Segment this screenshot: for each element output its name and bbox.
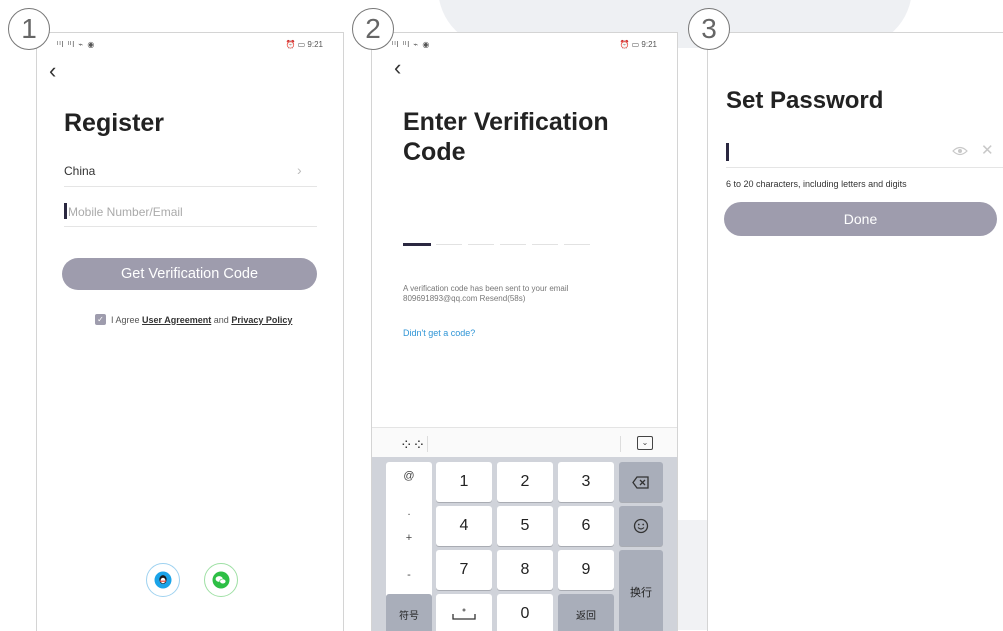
sent-line: 809691893@qq.com Resend(58s) xyxy=(403,294,526,303)
password-input[interactable] xyxy=(726,143,729,161)
user-agreement-link[interactable]: User Agreement xyxy=(142,315,211,325)
wechat-login-button[interactable] xyxy=(204,563,238,597)
backspace-key[interactable] xyxy=(619,462,663,502)
didnt-get-code-link[interactable]: Didn't get a code? xyxy=(403,328,475,338)
code-slot[interactable] xyxy=(468,244,494,245)
enter-key[interactable]: 换行 xyxy=(619,550,663,631)
sent-line: A verification code has been sent to you… xyxy=(403,284,569,293)
backspace-icon xyxy=(632,475,649,489)
return-key[interactable]: 返回 xyxy=(558,594,614,631)
text-cursor xyxy=(64,203,67,219)
page-title: Enter Verification Code xyxy=(403,107,609,167)
divider xyxy=(726,167,1003,168)
emoji-key[interactable] xyxy=(619,506,663,546)
agreement-row: ✓ I Agree User Agreement and Privacy Pol… xyxy=(95,314,292,325)
code-slot[interactable] xyxy=(436,244,462,245)
key-9[interactable]: 9 xyxy=(558,550,614,590)
back-icon[interactable]: ‹ xyxy=(49,60,56,82)
divider xyxy=(427,436,428,452)
space-icon xyxy=(452,608,476,620)
divider xyxy=(620,436,621,452)
key-0[interactable]: 0 xyxy=(497,594,553,631)
key-7[interactable]: 7 xyxy=(436,550,492,590)
code-slot-active[interactable] xyxy=(403,243,431,246)
hide-keyboard-icon[interactable]: ⌄ xyxy=(637,436,653,450)
register-screen: ᴵᴵl ᴵᴵl ⌁ ◉ ⏰ ▭ 9:21 ‹ Register China › … xyxy=(36,32,344,631)
signal-icon: ᴵᴵl ᴵᴵl ⌁ ◉ xyxy=(392,40,431,49)
checkbox[interactable]: ✓ xyxy=(95,314,106,325)
page-title: Set Password xyxy=(726,87,884,114)
key-at[interactable]: @ xyxy=(386,470,432,482)
country-select[interactable]: China xyxy=(64,164,95,178)
get-verification-code-button[interactable]: Get Verification Code xyxy=(62,258,317,290)
set-password-screen: ‹ Set Password ✕ 6 to 20 characters, inc… xyxy=(707,32,1003,631)
eye-icon[interactable] xyxy=(952,144,968,158)
key-8[interactable]: 8 xyxy=(497,550,553,590)
key-minus[interactable]: - xyxy=(386,569,432,581)
signal-icon: ᴵᴵl ᴵᴵl ⌁ ◉ xyxy=(57,40,96,49)
back-icon[interactable]: ‹ xyxy=(394,57,401,79)
title-line: Code xyxy=(403,138,466,166)
key-3[interactable]: 3 xyxy=(558,462,614,502)
step-number: 2 xyxy=(352,8,394,50)
done-button[interactable]: Done xyxy=(724,202,997,236)
wechat-icon xyxy=(212,571,230,589)
account-input[interactable]: Mobile Number/Email xyxy=(68,205,183,219)
key-1[interactable]: 1 xyxy=(436,462,492,502)
symbols-key[interactable]: 符号 xyxy=(386,594,432,631)
clock: ⏰ ▭ 9:21 xyxy=(285,40,323,49)
sent-message: A verification code has been sent to you… xyxy=(403,284,568,304)
code-slot[interactable] xyxy=(500,244,526,245)
key-plus[interactable]: + xyxy=(386,532,432,544)
agree-text: I Agree xyxy=(111,314,140,325)
key-dot[interactable]: . xyxy=(386,506,432,518)
key-4[interactable]: 4 xyxy=(436,506,492,546)
divider xyxy=(64,186,317,187)
clock: ⏰ ▭ 9:21 xyxy=(619,40,657,49)
status-bar: ᴵᴵl ᴵᴵl ⌁ ◉ ⏰ ▭ 9:21 xyxy=(392,40,657,52)
apps-grid-icon[interactable]: ⁘⁘ xyxy=(400,436,425,454)
symbol-column: @ . + - xyxy=(386,462,432,599)
qq-icon xyxy=(154,571,172,589)
key-6[interactable]: 6 xyxy=(558,506,614,546)
clear-icon[interactable]: ✕ xyxy=(981,141,994,159)
password-hint: 6 to 20 characters, including letters an… xyxy=(726,179,907,189)
code-slot[interactable] xyxy=(564,244,590,245)
page-title: Register xyxy=(64,109,165,137)
step-number: 3 xyxy=(688,8,730,50)
privacy-policy-link[interactable]: Privacy Policy xyxy=(231,315,292,325)
space-key[interactable] xyxy=(436,594,492,631)
status-bar: ᴵᴵl ᴵᴵl ⌁ ◉ ⏰ ▭ 9:21 xyxy=(57,40,323,52)
key-2[interactable]: 2 xyxy=(497,462,553,502)
code-slot[interactable] xyxy=(532,244,558,245)
key-5[interactable]: 5 xyxy=(497,506,553,546)
and-text: and xyxy=(213,314,229,325)
title-line: Enter Verification xyxy=(403,108,609,136)
step-number: 1 xyxy=(8,8,50,50)
chevron-right-icon[interactable]: › xyxy=(297,162,302,178)
divider xyxy=(64,226,317,227)
verification-screen: ᴵᴵl ᴵᴵl ⌁ ◉ ⏰ ▭ 9:21 ‹ Enter Verificatio… xyxy=(371,32,678,631)
emoji-icon xyxy=(633,518,649,534)
qq-login-button[interactable] xyxy=(146,563,180,597)
